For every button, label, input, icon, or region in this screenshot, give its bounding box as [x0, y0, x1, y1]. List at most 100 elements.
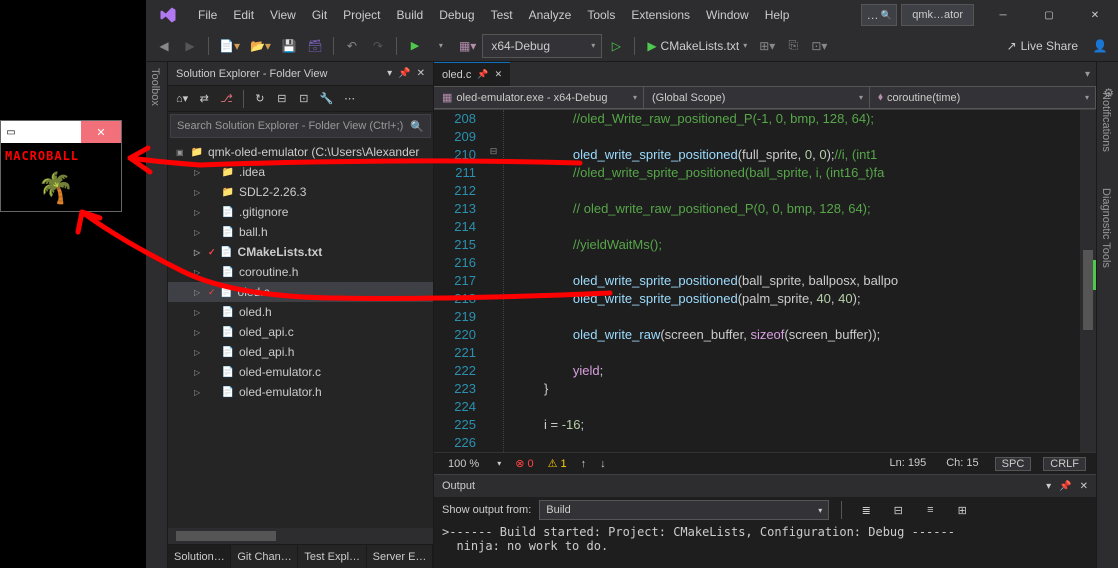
panel-tab[interactable]: Solution… — [168, 545, 231, 568]
solution-search-input[interactable]: Search Solution Explorer - Folder View (… — [170, 114, 431, 138]
crumb-function[interactable]: ⬧coroutine(time) — [870, 86, 1096, 109]
maximize-button[interactable]: ▢ — [1026, 0, 1072, 30]
toolbox-tab[interactable]: Toolbox — [146, 62, 164, 112]
liveshare-button[interactable]: ↗ Live Share — [999, 39, 1086, 53]
menu-help[interactable]: Help — [757, 0, 798, 30]
title-search-button[interactable]: … 🔍 — [861, 4, 897, 26]
editor-tab-oled-c[interactable]: oled.c 📌 ✕ — [434, 62, 510, 86]
right-rail: Notifications Diagnostic Tools — [1096, 62, 1118, 568]
editor-tab-close-icon[interactable]: ✕ — [495, 69, 503, 80]
output-dropdown-icon[interactable]: ▾ — [1046, 481, 1051, 492]
debug-dropdown[interactable]: ▾ — [429, 34, 453, 58]
tree-item[interactable]: ▷📄oled_api.h — [168, 342, 433, 362]
tb-misc-2[interactable]: ⎘ — [781, 34, 805, 58]
menu-analyze[interactable]: Analyze — [521, 0, 580, 30]
output-source-dropdown[interactable]: Build — [539, 500, 829, 520]
minimize-button[interactable]: ─ — [980, 0, 1026, 30]
menu-window[interactable]: Window — [698, 0, 757, 30]
start-debug-button[interactable]: ▶ — [403, 34, 427, 58]
panel-pin-icon[interactable]: 📌 — [398, 68, 410, 79]
crumb-project[interactable]: ▦oled-emulator.exe - x64-Debug — [434, 86, 644, 109]
editor-status-bar: 100 % ▾ ⊗ 0 ⚠ 1 ↑ ↓ Ln: 195 Ch: 15 SPC C… — [434, 452, 1096, 474]
diagnostic-tools-tab[interactable]: Diagnostic Tools — [1097, 158, 1115, 274]
menu-git[interactable]: Git — [304, 0, 335, 30]
code-editor[interactable]: 2082092102112122132142152162172182192202… — [434, 110, 1096, 452]
tree-item[interactable]: ▷📄ball.h — [168, 222, 433, 242]
panel-dropdown-icon[interactable]: ▾ — [387, 68, 392, 79]
open-button[interactable]: 📂▾ — [246, 34, 275, 58]
start-nodebug-button[interactable]: ▷ — [604, 34, 628, 58]
cmake-target-button[interactable]: ▶CMakeLists.txt▾ — [641, 39, 753, 53]
sol-git-button[interactable]: ⎇ — [216, 89, 237, 109]
crumb-scope[interactable]: (Global Scope) — [644, 86, 870, 109]
new-button[interactable]: 📄▾ — [215, 34, 244, 58]
sol-refresh-button[interactable]: ↻ — [250, 89, 270, 109]
tree-item[interactable]: ▷✓📄oled.c — [168, 282, 433, 302]
tree-item[interactable]: ▷📁SDL2-2.26.3 — [168, 182, 433, 202]
tree-item[interactable]: ▷📄.gitignore — [168, 202, 433, 222]
tree-item[interactable]: ▷📄oled-emulator.c — [168, 362, 433, 382]
output-btn3[interactable]: ≡ — [918, 498, 942, 522]
error-count[interactable]: ⊗ 0 — [515, 457, 533, 470]
tree-item[interactable]: ▷📄oled_api.c — [168, 322, 433, 342]
zoom-level[interactable]: 100 % — [444, 458, 483, 470]
nav-fwd-button[interactable]: ▶ — [178, 34, 202, 58]
emulator-close-button[interactable]: ✕ — [81, 121, 121, 143]
settings-gear-icon[interactable]: ⚙ — [1103, 86, 1114, 100]
menu-file[interactable]: File — [190, 0, 225, 30]
tree-item[interactable]: ▷📁.idea — [168, 162, 433, 182]
menu-project[interactable]: Project — [335, 0, 388, 30]
output-wrap-button[interactable]: ⊟ — [886, 498, 910, 522]
menu-extensions[interactable]: Extensions — [623, 0, 698, 30]
debug-target-icon[interactable]: ▦▾ — [455, 34, 480, 58]
editor-vscroll[interactable] — [1080, 110, 1096, 452]
panel-tab[interactable]: Server E… — [367, 545, 433, 568]
editor-tab-label: oled.c — [442, 69, 471, 81]
left-rail: Toolbox — [146, 62, 168, 568]
tree-item[interactable]: ▷📄oled.h — [168, 302, 433, 322]
menu-view[interactable]: View — [262, 0, 304, 30]
output-text[interactable]: >------ Build started: Project: CMakeLis… — [434, 523, 1096, 568]
sol-collapse-button[interactable]: ⊟ — [272, 89, 292, 109]
account-button[interactable]: 👤 — [1088, 34, 1112, 58]
sol-home-button[interactable]: ⌂▾ — [172, 89, 192, 109]
output-close-icon[interactable]: ✕ — [1080, 481, 1088, 492]
menu-debug[interactable]: Debug — [431, 0, 482, 30]
editor-tab-overflow[interactable]: ▾ — [1079, 69, 1096, 80]
menu-build[interactable]: Build — [389, 0, 432, 30]
menu-test[interactable]: Test — [483, 0, 521, 30]
nav-up-icon[interactable]: ↑ — [581, 458, 587, 470]
save-button[interactable]: 💾 — [277, 34, 301, 58]
sol-props-button[interactable]: 🔧 — [316, 89, 338, 109]
tb-misc-1[interactable]: ⊞▾ — [755, 34, 779, 58]
tree-item[interactable]: ▷✓📄CMakeLists.txt — [168, 242, 433, 262]
solution-hscroll[interactable] — [168, 528, 433, 544]
folder-icon: 📁 — [190, 145, 204, 159]
saveall-button[interactable]: 🗃 — [303, 34, 327, 58]
config-dropdown[interactable]: x64-Debug — [482, 34, 602, 58]
panel-tab[interactable]: Git Chan… — [231, 545, 298, 568]
tree-item[interactable]: ▷📄coroutine.h — [168, 262, 433, 282]
panel-close-icon[interactable]: ✕ — [417, 68, 425, 79]
nav-back-button[interactable]: ◀ — [152, 34, 176, 58]
output-clear-button[interactable]: ≣ — [854, 498, 878, 522]
tb-misc-3[interactable]: ⊡▾ — [807, 34, 831, 58]
undo-button[interactable]: ↶ — [340, 34, 364, 58]
sol-showall-button[interactable]: ⊡ — [294, 89, 314, 109]
panel-tab[interactable]: Test Expl… — [298, 545, 366, 568]
menu-edit[interactable]: Edit — [225, 0, 262, 30]
warning-count[interactable]: ⚠ 1 — [548, 457, 567, 470]
tree-root[interactable]: ▣ 📁 qmk-oled-emulator (C:\Users\Alexande… — [168, 142, 433, 162]
solution-explorer-panel: Solution Explorer - Folder View ▾ 📌 ✕ ⌂▾… — [168, 62, 434, 568]
editor-tab-pin-icon[interactable]: 📌 — [477, 69, 488, 80]
output-btn4[interactable]: ⊞ — [950, 498, 974, 522]
notifications-tab[interactable]: Notifications — [1097, 62, 1115, 158]
close-button[interactable]: ✕ — [1072, 0, 1118, 30]
sol-switch-button[interactable]: ⇄ — [194, 89, 214, 109]
tree-item[interactable]: ▷📄oled-emulator.h — [168, 382, 433, 402]
sol-more-button[interactable]: ⋯ — [340, 89, 360, 109]
nav-down-icon[interactable]: ↓ — [600, 458, 606, 470]
output-pin-icon[interactable]: 📌 — [1059, 481, 1071, 492]
menu-tools[interactable]: Tools — [579, 0, 623, 30]
redo-button[interactable]: ↷ — [366, 34, 390, 58]
